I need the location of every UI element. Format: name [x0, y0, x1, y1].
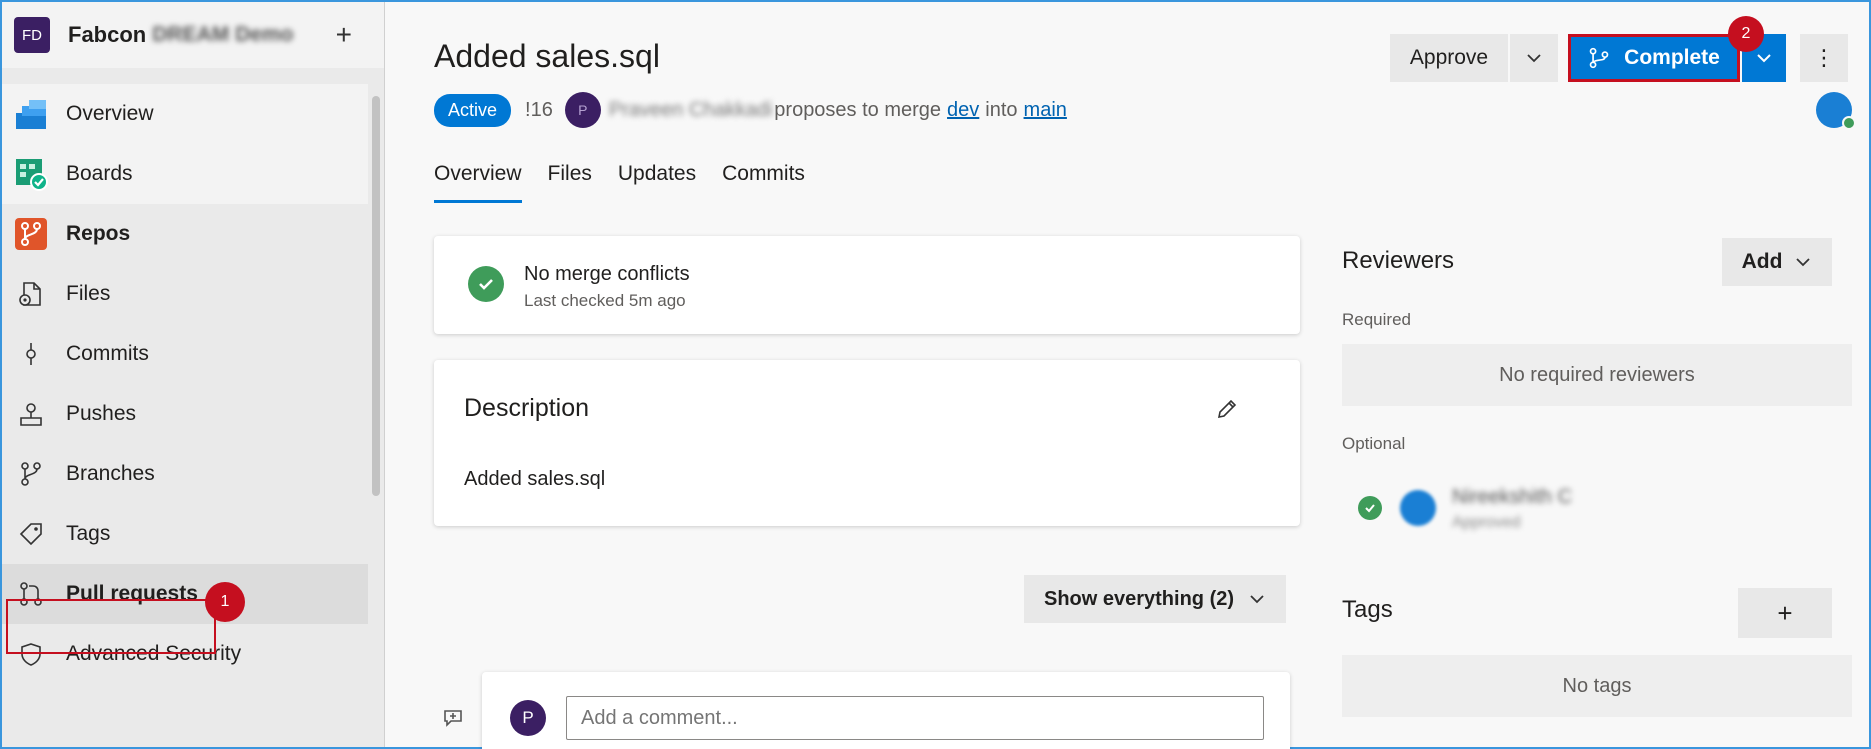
- author-name[interactable]: Praveen Chakkadi: [609, 99, 772, 122]
- sidebar-scroll-thumb[interactable]: [372, 96, 380, 496]
- project-header: FD Fabcon DREAM Demo +: [2, 2, 384, 68]
- commits-icon: [17, 340, 45, 368]
- comment-input[interactable]: [566, 696, 1264, 740]
- nav-files[interactable]: Files: [2, 264, 368, 324]
- tab-files[interactable]: Files: [548, 162, 592, 203]
- approve-button[interactable]: Approve: [1390, 34, 1508, 82]
- merge-status-text: No merge conflicts: [524, 263, 690, 285]
- branches-icon: [17, 460, 45, 488]
- callout-badge-2: 2: [1728, 16, 1764, 52]
- reviewers-heading: Reviewers: [1342, 247, 1455, 274]
- sidebar-scrollbar[interactable]: [370, 82, 382, 722]
- chevron-down-icon: [1527, 54, 1541, 63]
- reviewer-avatar[interactable]: [1400, 490, 1436, 526]
- more-actions-button[interactable]: ⋮: [1800, 34, 1848, 82]
- check-circle-icon: [468, 266, 504, 302]
- nav-files-label: Files: [66, 282, 111, 305]
- project-name[interactable]: Fabcon: [68, 22, 146, 48]
- left-sidebar: FD Fabcon DREAM Demo + Overview Boards R…: [2, 2, 385, 747]
- description-body: Added sales.sql: [464, 468, 606, 490]
- nav-tags-label: Tags: [66, 522, 111, 545]
- comment-card: P: [482, 672, 1290, 749]
- tab-commits[interactable]: Commits: [722, 162, 805, 203]
- pushes-icon: [17, 400, 45, 428]
- tab-updates[interactable]: Updates: [618, 162, 696, 203]
- chevron-down-icon: [1250, 595, 1264, 604]
- tags-empty: No tags: [1342, 655, 1852, 717]
- nav-tags[interactable]: Tags: [2, 504, 368, 564]
- nav-repos[interactable]: Repos: [2, 204, 368, 264]
- nav-commits-label: Commits: [66, 342, 149, 365]
- nav-boards-label: Boards: [66, 162, 133, 185]
- chevron-down-icon: [1757, 54, 1771, 63]
- reviewer-approved-icon: [1358, 496, 1382, 520]
- nav-overview[interactable]: Overview: [2, 84, 368, 144]
- current-user-avatar[interactable]: [1816, 92, 1856, 130]
- into-text: into: [985, 98, 1018, 121]
- boards-icon: [14, 157, 48, 191]
- add-tag-button[interactable]: +: [1738, 588, 1832, 638]
- merge-checked-text: Last checked 5m ago: [524, 291, 686, 310]
- nav-list: Overview Boards Repos Files Commits Push…: [2, 84, 368, 684]
- approve-options-button[interactable]: [1510, 34, 1558, 82]
- complete-button[interactable]: Complete: [1568, 34, 1740, 82]
- presence-dot: [1842, 116, 1856, 130]
- pr-title: Added sales.sql: [434, 38, 660, 74]
- nav-repos-label: Repos: [66, 222, 131, 245]
- add-reviewer-button[interactable]: Add: [1722, 238, 1832, 286]
- complete-label: Complete: [1624, 46, 1720, 69]
- required-label: Required: [1342, 310, 1411, 329]
- edit-pencil-icon[interactable]: [1216, 398, 1238, 420]
- project-avatar[interactable]: FD: [14, 17, 50, 53]
- reviewer-status: Approved: [1452, 514, 1521, 531]
- repos-icon: [14, 217, 48, 251]
- show-everything-label: Show everything (2): [1043, 587, 1235, 610]
- merge-status-card: No merge conflicts Last checked 5m ago: [434, 236, 1300, 334]
- target-branch-link[interactable]: main: [1024, 99, 1067, 122]
- tab-overview[interactable]: Overview: [434, 162, 522, 203]
- author-avatar[interactable]: P: [564, 92, 601, 128]
- proposes-text: proposes to merge: [774, 98, 942, 121]
- nav-branches-label: Branches: [66, 462, 155, 485]
- description-heading: Description: [464, 394, 590, 422]
- description-card: Description Added sales.sql: [434, 360, 1300, 526]
- callout-badge-1: 1: [205, 582, 245, 622]
- nav-overview-label: Overview: [66, 102, 154, 125]
- nav-pushes[interactable]: Pushes: [2, 384, 368, 444]
- nav-commits[interactable]: Commits: [2, 324, 368, 384]
- add-reviewer-label: Add: [1741, 250, 1783, 273]
- files-icon: [17, 280, 45, 308]
- add-project-button[interactable]: +: [336, 19, 352, 51]
- main-content: Added sales.sql Active !16 P Praveen Cha…: [386, 2, 1869, 749]
- pr-id: !16: [525, 98, 553, 121]
- optional-label: Optional: [1342, 434, 1406, 453]
- nav-boards[interactable]: Boards: [2, 144, 368, 204]
- nav-pushes-label: Pushes: [66, 402, 137, 425]
- tags-heading: Tags: [1342, 596, 1393, 623]
- reviewer-name[interactable]: Nireekshith C: [1452, 486, 1572, 509]
- show-everything-filter[interactable]: Show everything (2): [1024, 575, 1286, 623]
- status-badge: Active: [434, 93, 512, 127]
- pr-subline: Active !16 P Praveen Chakkadi proposes t…: [434, 92, 1067, 128]
- pull-requests-highlight: [6, 599, 216, 654]
- project-name-blurred: DREAM Demo: [152, 23, 294, 46]
- comment-avatar: P: [510, 700, 546, 736]
- source-branch-link[interactable]: dev: [947, 99, 979, 122]
- add-comment-icon[interactable]: [442, 707, 464, 729]
- merge-icon: [1589, 47, 1609, 69]
- pr-tabs: Overview Files Updates Commits: [434, 162, 831, 203]
- required-reviewers-empty: No required reviewers: [1342, 344, 1852, 406]
- nav-branches[interactable]: Branches: [2, 444, 368, 504]
- overview-icon: [14, 97, 48, 131]
- approve-label: Approve: [1409, 46, 1489, 69]
- tag-icon: [17, 520, 45, 548]
- chevron-down-icon: [1796, 258, 1811, 267]
